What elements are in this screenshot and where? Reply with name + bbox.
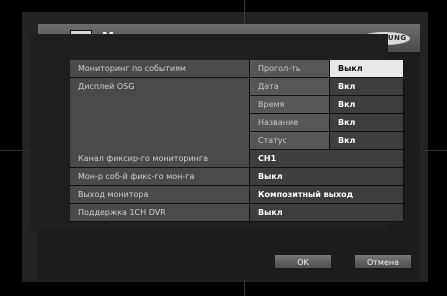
osd-name-value[interactable]: Вкл: [330, 114, 404, 132]
dvr-support-value[interactable]: Выкл: [250, 204, 404, 222]
osd-status-value[interactable]: Вкл: [330, 132, 404, 150]
settings-panel: Мониторинг по событиям Прогол-ть Выкл Ди…: [30, 34, 404, 230]
dvr-support-label: Поддержка 1CH DVR: [70, 204, 250, 222]
event-fixed-value[interactable]: Выкл: [250, 168, 404, 186]
monitor-output-label: Выход монитора: [70, 186, 250, 204]
osd-time-value[interactable]: Вкл: [330, 96, 404, 114]
fixed-channel-label: Канал фиксир-го мониторинга: [70, 150, 250, 168]
osd-name-label: Название: [250, 114, 330, 132]
osd-date-value[interactable]: Вкл: [330, 78, 404, 96]
fixed-channel-value[interactable]: CH1: [250, 150, 404, 168]
osd-status-label: Статус: [250, 132, 330, 150]
event-fixed-label: Мон-р соб-й фикс-го мон-га: [70, 168, 250, 186]
osd-date-label: Дата: [250, 78, 330, 96]
cancel-button[interactable]: Отмена: [354, 254, 412, 269]
osd-time-label: Время: [250, 96, 330, 114]
event-monitoring-value[interactable]: Выкл: [330, 60, 404, 78]
monitor-output-value[interactable]: Композитный выход: [250, 186, 404, 204]
event-monitoring-label: Мониторинг по событиям: [70, 60, 250, 78]
ok-button[interactable]: OK: [274, 254, 332, 269]
event-monitoring-sub-label: Прогол-ть: [250, 60, 330, 78]
